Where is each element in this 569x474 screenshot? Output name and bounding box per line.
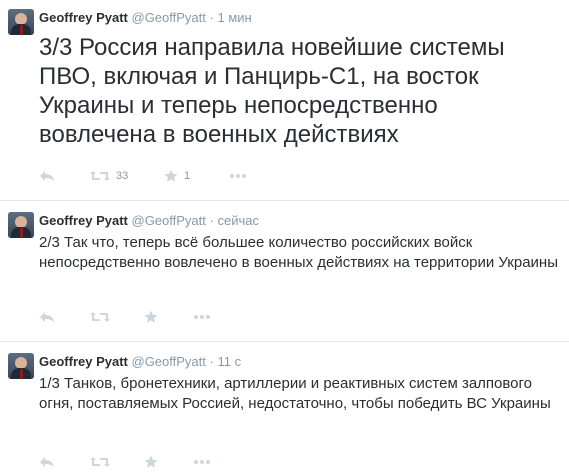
more-icon [230, 174, 246, 178]
retweet-icon [90, 312, 110, 322]
reply-button[interactable] [39, 168, 55, 184]
author-handle[interactable]: @GeoffPyatt [132, 10, 206, 25]
reply-icon [40, 457, 54, 467]
tweet-text: 1/3 Танков, бронетехники, артиллерии и р… [39, 375, 551, 412]
retweet-button[interactable]: 33 [90, 168, 128, 184]
retweet-icon [90, 171, 110, 181]
tweet-header: Geoffrey Pyatt @GeoffPyatt · 11 с [39, 354, 241, 370]
tweet-item[interactable]: Geoffrey Pyatt @GeoffPyatt · 11 с 1/3 Та… [0, 342, 569, 474]
tweet-header: Geoffrey Pyatt @GeoffPyatt · сейчас [39, 213, 259, 229]
reply-button[interactable] [39, 309, 55, 325]
tweet-item[interactable]: Geoffrey Pyatt @GeoffPyatt · 1 мин 3/3 Р… [0, 0, 569, 200]
reply-button[interactable] [39, 454, 55, 470]
favorite-button[interactable]: 1 [164, 168, 190, 184]
retweet-button[interactable] [90, 309, 116, 325]
avatar[interactable] [8, 353, 34, 379]
retweet-icon [90, 457, 110, 467]
author-name[interactable]: Geoffrey Pyatt [39, 10, 128, 25]
author-handle[interactable]: @GeoffPyatt [132, 354, 206, 369]
tweet-header: Geoffrey Pyatt @GeoffPyatt · 1 мин [39, 10, 252, 26]
separator-dot: · [209, 10, 214, 25]
author-handle[interactable]: @GeoffPyatt [132, 213, 206, 228]
reply-icon [40, 171, 54, 181]
star-icon [144, 310, 158, 323]
more-icon [194, 315, 210, 319]
more-button[interactable] [193, 309, 211, 325]
tweet-item[interactable]: Geoffrey Pyatt @GeoffPyatt · сейчас 2/3 … [0, 201, 569, 341]
avatar[interactable] [8, 9, 34, 35]
timestamp[interactable]: сейчас [217, 213, 259, 228]
star-icon [164, 169, 178, 182]
star-icon [144, 455, 158, 468]
tweet-text: 2/3 Так что, теперь всё большее количест… [39, 234, 558, 271]
timestamp[interactable]: 1 мин [217, 10, 251, 25]
favorite-button[interactable] [144, 454, 164, 470]
retweet-button[interactable] [90, 454, 116, 470]
author-name[interactable]: Geoffrey Pyatt [39, 354, 128, 369]
favorite-button[interactable] [144, 309, 164, 325]
more-icon [194, 460, 210, 464]
timestamp[interactable]: 11 с [217, 354, 241, 369]
retweet-count: 33 [116, 170, 129, 182]
avatar[interactable] [8, 212, 34, 238]
separator-dot: · [209, 213, 214, 228]
author-name[interactable]: Geoffrey Pyatt [39, 213, 128, 228]
separator-dot: · [209, 354, 214, 369]
more-button[interactable] [229, 168, 247, 184]
favorite-count: 1 [184, 170, 191, 182]
reply-icon [40, 312, 54, 322]
more-button[interactable] [193, 454, 211, 470]
tweet-text: 3/3 Россия направила новейшие системы ПВ… [39, 34, 505, 148]
